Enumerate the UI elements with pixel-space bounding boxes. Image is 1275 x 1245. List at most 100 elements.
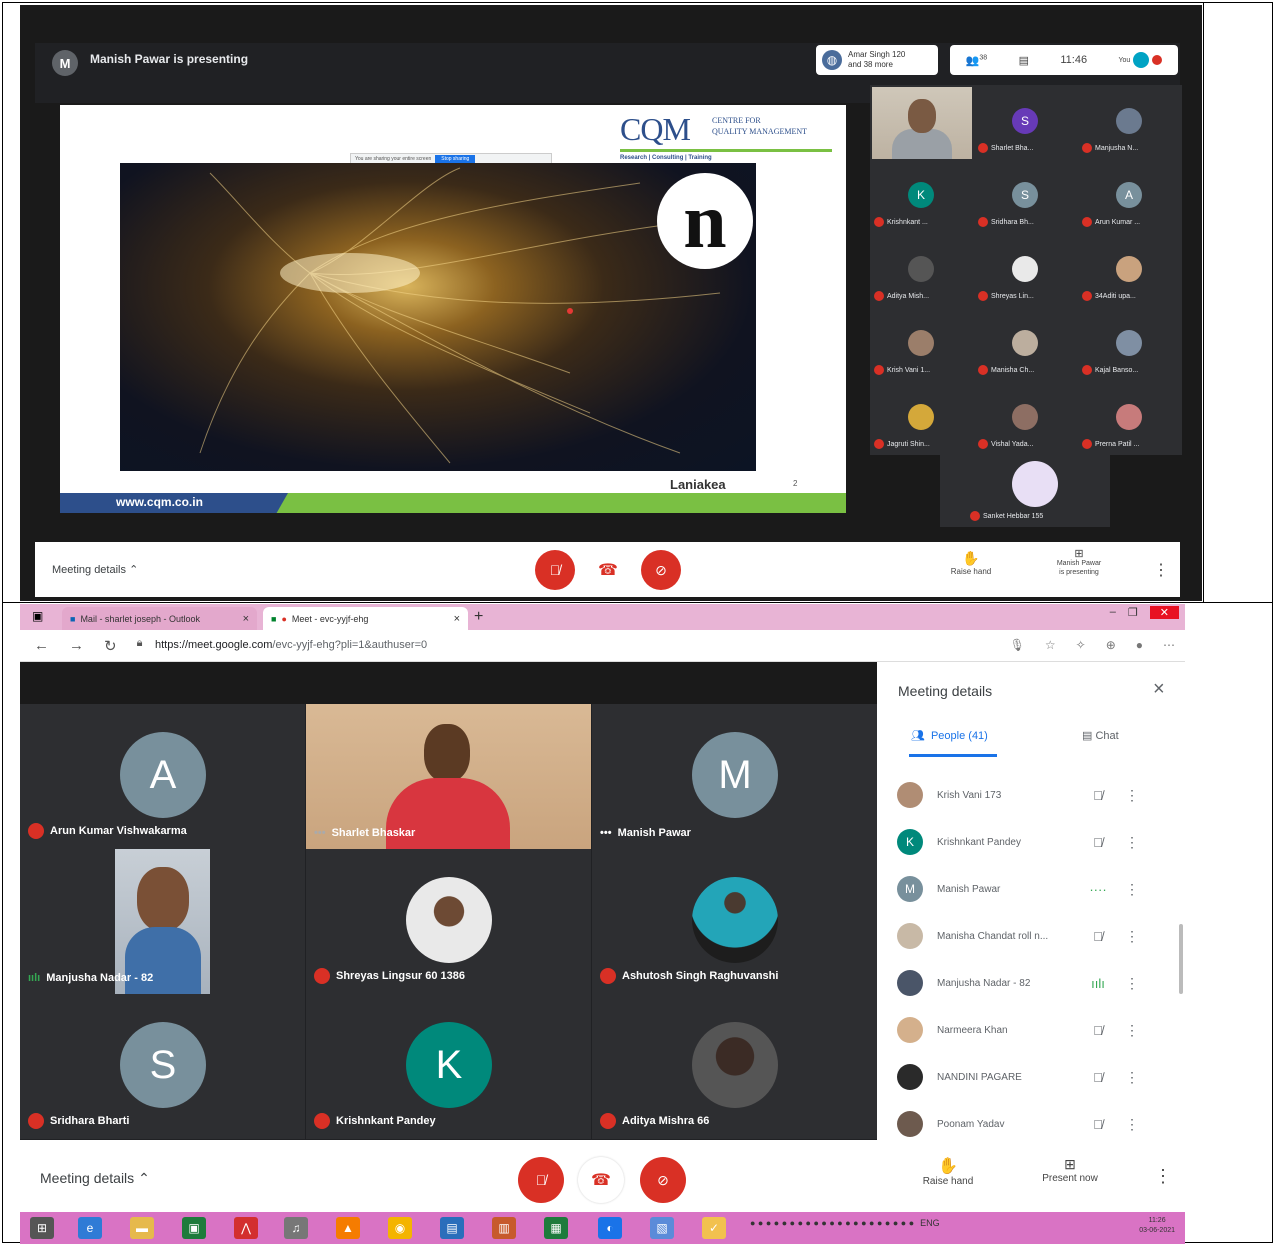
- participant-more-icon[interactable]: ⋮: [1125, 1069, 1139, 1086]
- participants-more-chip[interactable]: ◍ Amar Singh 120 and 38 more: [816, 45, 938, 75]
- participant-tile[interactable]: S Sridhara Bharti: [20, 994, 305, 1139]
- raise-hand-button[interactable]: ✋ Raise hand: [941, 550, 1001, 576]
- participant-tile[interactable]: Manjusha N...: [1078, 85, 1182, 159]
- mic-off-button[interactable]: 🎙̸: [518, 1157, 564, 1203]
- chat-tab[interactable]: ▤ Chat: [1082, 729, 1119, 742]
- participant-tile[interactable]: S Sharlet Bha...: [974, 85, 1078, 159]
- participant-tile[interactable]: A Arun Kumar Vishwakarma: [20, 704, 305, 849]
- tray-icons[interactable]: ● ● ● ● ● ● ● ● ● ● ● ● ● ● ● ● ● ● ● ● …: [750, 1218, 914, 1228]
- profile-icon[interactable]: ●: [1136, 638, 1143, 652]
- ie-icon[interactable]: e: [78, 1217, 102, 1239]
- taskbar-clock[interactable]: 11:26 03-06-2021: [1139, 1216, 1175, 1236]
- people-tab[interactable]: 👥︎ People (41): [911, 729, 988, 743]
- extensions-icon[interactable]: ✧: [1076, 638, 1086, 652]
- participant-tile[interactable]: 34Aditi upa...: [1078, 233, 1182, 307]
- camera-off-button[interactable]: ⊘: [641, 550, 681, 590]
- people-list-item[interactable]: Narmeera Khan 🎙̸ ⋮: [897, 1010, 1167, 1050]
- participant-tile[interactable]: Manisha Ch...: [974, 307, 1078, 381]
- present-now-button[interactable]: ⊞ Present now: [1030, 1156, 1110, 1184]
- close-tab-icon[interactable]: ×: [243, 613, 249, 625]
- media-icon[interactable]: ♫: [284, 1217, 308, 1239]
- participant-tile[interactable]: S Sridhara Bh...: [974, 159, 1078, 233]
- present-button[interactable]: ⊞ Manish Pawar is presenting: [1039, 549, 1119, 577]
- mic-off-button[interactable]: 🎙̸: [535, 550, 575, 590]
- leave-call-button[interactable]: ☎: [588, 550, 628, 590]
- minimize-icon[interactable]: –: [1110, 606, 1116, 619]
- leave-call-button[interactable]: ☎: [578, 1157, 624, 1203]
- tab-mail[interactable]: ■ Mail - sharlet joseph - Outlook ×: [62, 607, 257, 630]
- participant-tile[interactable]: A Arun Kumar ...: [1078, 159, 1182, 233]
- people-list-item[interactable]: Manjusha Nadar - 82 ıılı ⋮: [897, 963, 1167, 1003]
- participant-tile[interactable]: Ashutosh Singh Raghuvanshi: [592, 849, 877, 994]
- participant-tile[interactable]: [870, 85, 974, 159]
- spreadsheet-icon[interactable]: ▦: [544, 1217, 568, 1239]
- lock-icon[interactable]: 🔒︎: [137, 637, 143, 655]
- self-chip[interactable]: You: [1118, 52, 1163, 68]
- mic-off-icon[interactable]: 🎙̸: [1083, 1023, 1113, 1038]
- close-tab-icon[interactable]: ×: [454, 613, 460, 625]
- people-icon[interactable]: 👥38: [966, 54, 988, 67]
- file-explorer-icon[interactable]: ▬: [130, 1217, 154, 1239]
- camera-off-button[interactable]: ⊘: [640, 1157, 686, 1203]
- meeting-details-toggle[interactable]: Meeting details ⌃: [52, 563, 138, 576]
- participant-tile[interactable]: Aditya Mishra 66: [592, 994, 877, 1139]
- people-list-item[interactable]: Krish Vani 173 🎙̸ ⋮: [897, 775, 1167, 815]
- mic-off-icon[interactable]: 🎙̸: [1083, 929, 1113, 944]
- more-options-icon[interactable]: ⋮: [1153, 560, 1169, 580]
- mic-indicator-icon[interactable]: 🎙︎: [1010, 638, 1025, 652]
- excel-icon[interactable]: ▣: [182, 1217, 206, 1239]
- browser-menu-icon[interactable]: ▣: [32, 609, 43, 623]
- mic-off-icon[interactable]: 🎙̸: [1083, 835, 1113, 850]
- edge-icon[interactable]: ◐: [598, 1217, 622, 1239]
- forward-icon[interactable]: →: [69, 637, 84, 655]
- people-list-item[interactable]: NANDINI PAGARE 🎙̸ ⋮: [897, 1057, 1167, 1097]
- panel-scrollbar[interactable]: [1179, 924, 1183, 994]
- bookmark-icon[interactable]: ☆: [1045, 638, 1056, 652]
- participant-more-icon[interactable]: ⋮: [1125, 1022, 1139, 1039]
- participant-tile[interactable]: Vishal Yada...: [974, 381, 1078, 455]
- powerpoint-icon[interactable]: ▥: [492, 1217, 516, 1239]
- participant-more-icon[interactable]: ⋮: [1125, 1116, 1139, 1133]
- participant-tile[interactable]: ••• Sharlet Bhaskar: [306, 704, 591, 849]
- acrobat-icon[interactable]: ⋀: [234, 1217, 258, 1239]
- participant-tile[interactable]: Krish Vani 1...: [870, 307, 974, 381]
- participant-tile[interactable]: ıılı Manjusha Nadar - 82: [20, 849, 305, 994]
- participant-tile[interactable]: Aditya Mish...: [870, 233, 974, 307]
- close-panel-icon[interactable]: ×: [1153, 678, 1165, 701]
- browser-more-icon[interactable]: ⋯: [1163, 638, 1175, 652]
- participant-tile[interactable]: Shreyas Lingsur 60 1386: [306, 849, 591, 994]
- participant-tile[interactable]: M ••• Manish Pawar: [592, 704, 877, 849]
- participant-more-icon[interactable]: ⋮: [1125, 787, 1139, 804]
- people-list-item[interactable]: Manisha Chandat roll n... 🎙̸ ⋮: [897, 916, 1167, 956]
- participant-tile[interactable]: K Krishnkant ...: [870, 159, 974, 233]
- mic-off-icon[interactable]: 🎙̸: [1083, 788, 1113, 803]
- participant-tile[interactable]: Jagruti Shin...: [870, 381, 974, 455]
- participant-tile[interactable]: Kajal Banso...: [1078, 307, 1182, 381]
- participant-more-icon[interactable]: ⋮: [1125, 834, 1139, 851]
- people-list-item[interactable]: K Krishnkant Pandey 🎙̸ ⋮: [897, 822, 1167, 862]
- stop-sharing-button[interactable]: Stop sharing: [435, 155, 476, 163]
- vlc-icon[interactable]: ▲: [336, 1217, 360, 1239]
- chrome-icon[interactable]: ◉: [388, 1217, 412, 1239]
- start-icon[interactable]: ⊞: [30, 1217, 54, 1239]
- meeting-details-toggle[interactable]: Meeting details ⌃: [40, 1170, 150, 1187]
- photos-icon[interactable]: ▧: [650, 1217, 674, 1239]
- collections-icon[interactable]: ⊕: [1106, 638, 1116, 652]
- raise-hand-button[interactable]: ✋ Raise hand: [913, 1156, 983, 1187]
- participant-tile[interactable]: Shreyas Lin...: [974, 233, 1078, 307]
- chat-icon[interactable]: ▤: [1019, 54, 1029, 67]
- back-icon[interactable]: ←: [34, 637, 49, 655]
- participant-more-icon[interactable]: ⋮: [1125, 928, 1139, 945]
- participant-tile[interactable]: K Krishnkant Pandey: [306, 994, 591, 1139]
- notes-icon[interactable]: ▤: [440, 1217, 464, 1239]
- people-list-item[interactable]: M Manish Pawar ···· ⋮: [897, 869, 1167, 909]
- new-tab-icon[interactable]: +: [474, 608, 483, 626]
- mic-off-icon[interactable]: 🎙̸: [1083, 1070, 1113, 1085]
- url-field[interactable]: https://meet.google.com/evc-yyjf-ehg?pli…: [155, 639, 427, 651]
- language-indicator[interactable]: ENG: [920, 1218, 940, 1228]
- participant-tile[interactable]: Prerna Patil ...: [1078, 381, 1182, 455]
- more-options-icon[interactable]: ⋮: [1154, 1166, 1172, 1187]
- participant-more-icon[interactable]: ⋮: [1125, 881, 1139, 898]
- mic-off-icon[interactable]: 🎙̸: [1083, 1117, 1113, 1132]
- tab-meet[interactable]: ■ ● Meet - evc-yyjf-ehg ×: [263, 607, 468, 630]
